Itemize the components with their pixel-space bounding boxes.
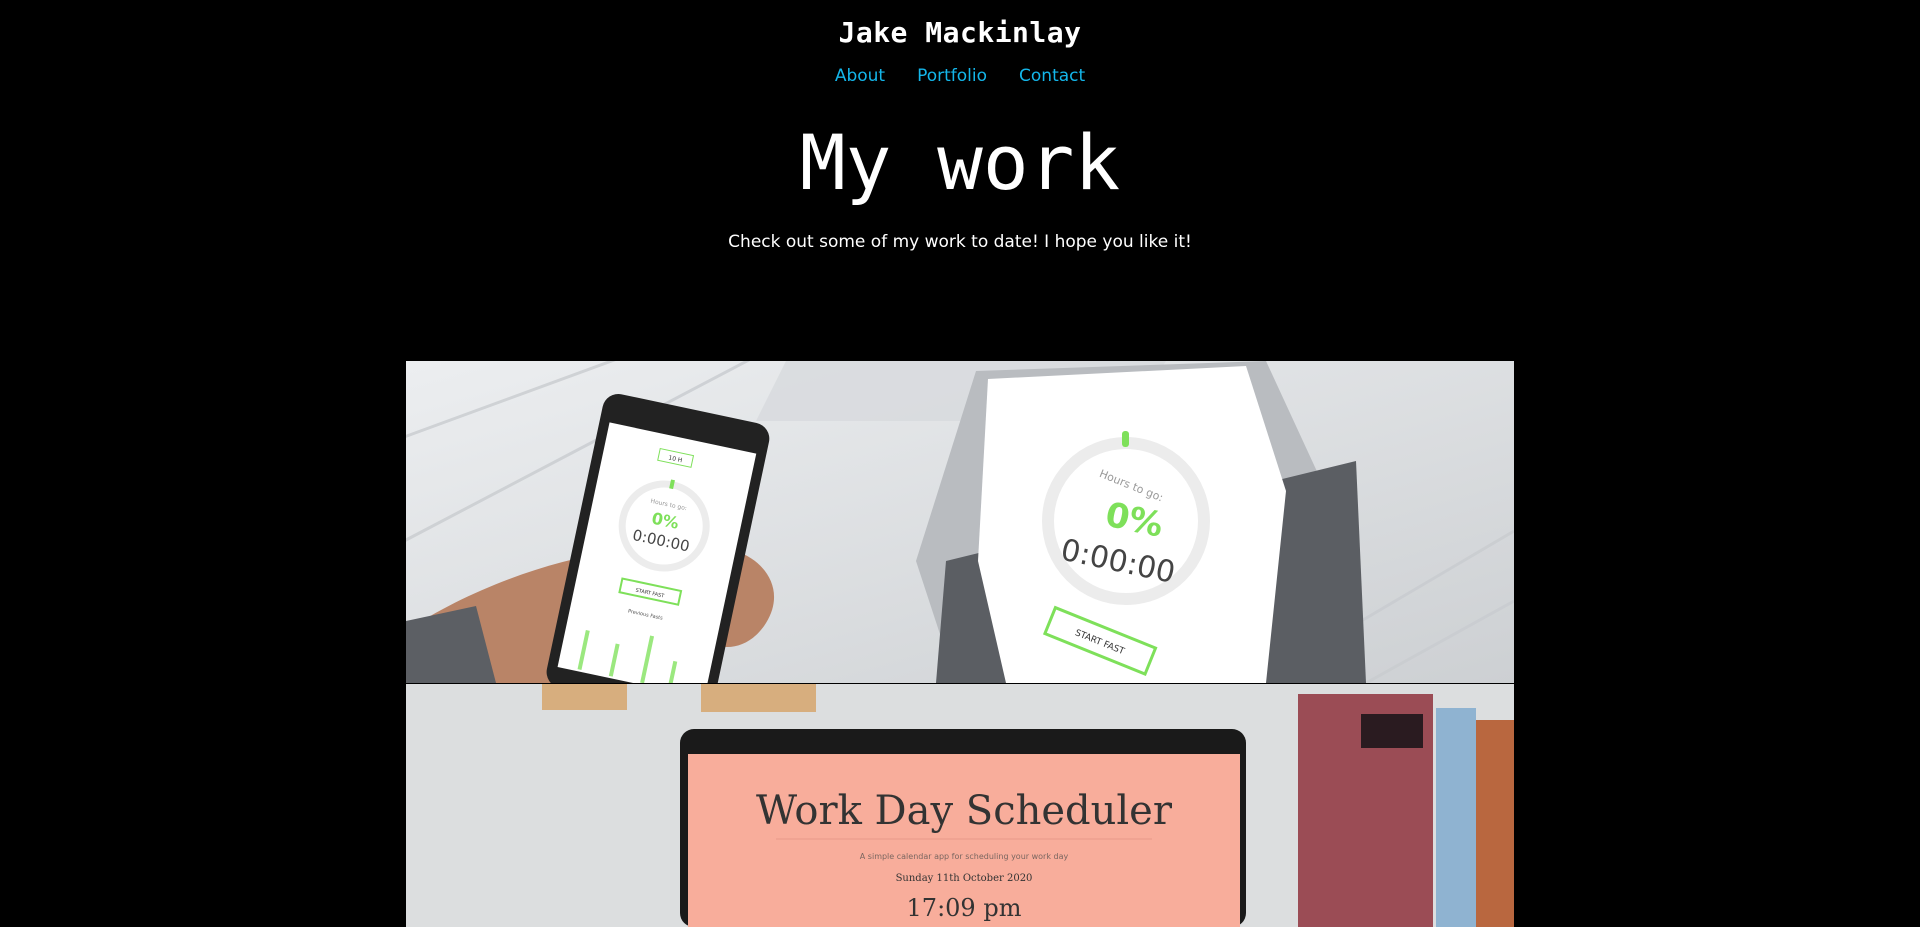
nav-about-link[interactable]: About — [835, 66, 885, 86]
scheduler-title: Work Day Scheduler — [756, 788, 1173, 834]
project-card-fasting-app[interactable]: Hours to go: 0% 0:00:00 START FAST 10 H … — [406, 361, 1514, 683]
page-subtitle: Check out some of my work to date! I hop… — [728, 232, 1192, 252]
site-title: Jake Mackinlay — [838, 16, 1082, 49]
page-title: My work — [799, 118, 1121, 207]
scheduler-tagline: A simple calendar app for scheduling you… — [860, 852, 1069, 861]
main-nav: About Portfolio Contact — [0, 66, 1920, 86]
nav-contact-link[interactable]: Contact — [1019, 66, 1085, 86]
project-image-fasting-app: Hours to go: 0% 0:00:00 START FAST 10 H … — [406, 361, 1514, 683]
scheduler-date: Sunday 11th October 2020 — [896, 873, 1033, 884]
project-card-work-day-scheduler[interactable]: Work Day Scheduler A simple calendar app… — [406, 684, 1514, 927]
nav-portfolio-link[interactable]: Portfolio — [917, 66, 987, 86]
scheduler-time: 17:09 pm — [907, 894, 1022, 922]
project-image-work-day-scheduler: Work Day Scheduler A simple calendar app… — [406, 684, 1514, 927]
